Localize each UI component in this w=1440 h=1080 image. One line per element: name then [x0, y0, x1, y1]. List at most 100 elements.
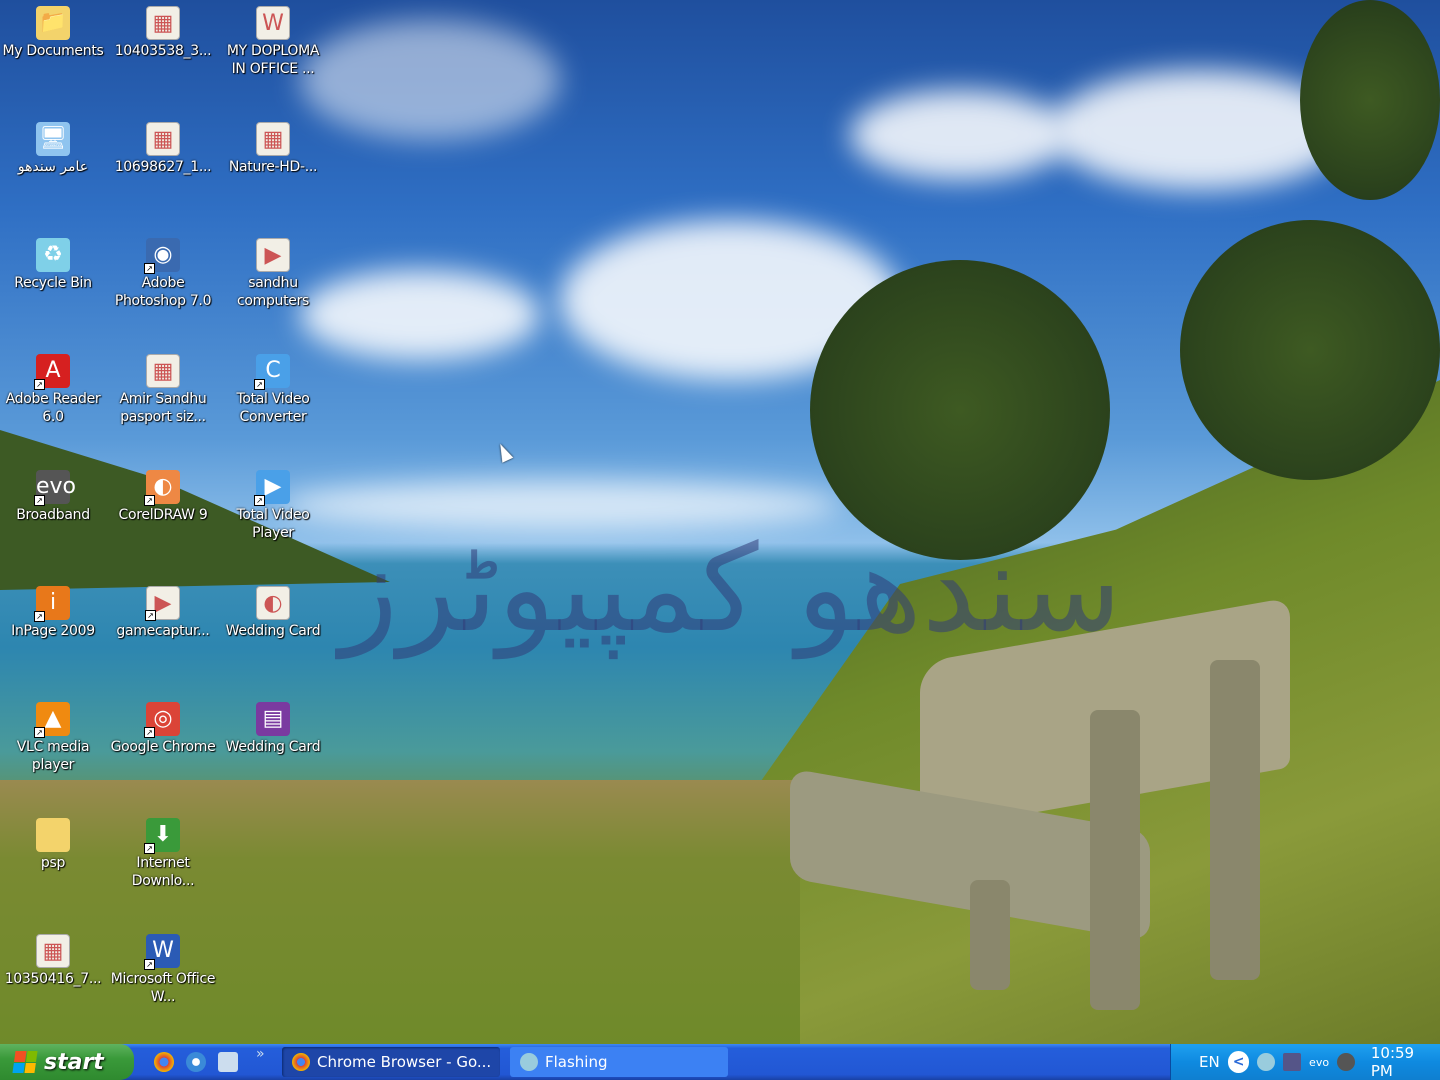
desktop-icon[interactable]: ◐ Wedding Card	[218, 582, 328, 640]
coreldraw-icon: ◐ ↗	[144, 470, 180, 506]
desktop-icon-label: Total Video Converter	[236, 391, 310, 425]
quick-launch-internet-explorer-icon[interactable]	[186, 1052, 206, 1072]
task-label: Flashing	[545, 1053, 608, 1071]
quick-launch-overflow-button[interactable]: »	[256, 1046, 265, 1062]
start-button[interactable]: start	[0, 1044, 134, 1080]
desktop-icon[interactable]: psp	[0, 814, 108, 872]
desktop-icon-label: 10350416_7...	[4, 971, 102, 987]
desktop-icon[interactable]: ♻ Recycle Bin	[0, 234, 108, 292]
image-file-icon: ▦	[256, 122, 290, 156]
desktop-icon[interactable]: 📁 My Documents	[0, 2, 108, 60]
desktop-icon-label: MY DOPLOMA IN OFFICE ...	[226, 43, 320, 77]
desktop-icon[interactable]: W MY DOPLOMA IN OFFICE ...	[218, 2, 328, 78]
taskbar-button-flashing[interactable]: Flashing	[510, 1047, 728, 1077]
network-icon[interactable]	[1283, 1053, 1302, 1071]
desktop-icon[interactable]: ◎ ↗ Google Chrome	[108, 698, 218, 756]
flashing-tray-icon[interactable]	[1257, 1053, 1276, 1071]
desktop-icon[interactable]: ▦ 10350416_7...	[0, 930, 108, 988]
taskbar-button-chrome[interactable]: Chrome Browser - Go...	[282, 1047, 500, 1077]
clock[interactable]: 10:59 PM	[1371, 1044, 1440, 1080]
desktop-icon-label: psp	[40, 855, 66, 871]
desktop-icon-label: sandhu computers	[236, 275, 310, 309]
shortcut-arrow-icon: ↗	[34, 611, 45, 622]
desktop[interactable]: سندھو کمپیوٹرز 📁 My Documents 🖥 عامر سندھو ♻…	[0, 0, 1440, 1044]
desktop-icon-label: Total Video Player	[236, 507, 310, 541]
mouse-cursor	[494, 441, 514, 463]
word-icon: W ↗	[144, 934, 180, 970]
desktop-icon[interactable]: ⬇ ↗ Internet Downlo...	[108, 814, 218, 890]
coreldraw-file-icon: ◐	[256, 586, 290, 620]
system-tray: EN < evo 10:59 PM	[1170, 1044, 1440, 1080]
shortcut-arrow-icon: ↗	[254, 495, 265, 506]
desktop-icon-label: Internet Downlo...	[131, 855, 195, 889]
taskbar: start » Chrome Browser - Go... Flashing …	[0, 1044, 1440, 1080]
shortcut-arrow-icon: ↗	[34, 379, 45, 390]
my-computer-icon: 🖥	[36, 122, 70, 156]
chrome-icon	[292, 1053, 310, 1071]
recycle-bin-icon: ♻	[36, 238, 70, 272]
wooden-bench	[790, 597, 1290, 1010]
desktop-icon[interactable]: ▶ ↗ gamecaptur...	[108, 582, 218, 640]
desktop-icon-label: Nature-HD-...	[228, 159, 318, 175]
broadband-tray-icon[interactable]: evo	[1309, 1056, 1329, 1069]
shortcut-arrow-icon: ↗	[144, 495, 155, 506]
folder-documents-icon: 📁	[36, 6, 70, 40]
photoshop-icon: ◉ ↗	[144, 238, 180, 274]
cloud	[850, 90, 1070, 180]
shortcut-arrow-icon: ↗	[144, 727, 155, 738]
desktop-icon-label: Adobe Reader 6.0	[5, 391, 101, 425]
cloud	[300, 270, 540, 360]
desktop-icon[interactable]: i ↗ InPage 2009	[0, 582, 108, 640]
desktop-icon-label: Adobe Photoshop 7.0	[114, 275, 212, 309]
image-file-icon: ▦	[36, 934, 70, 968]
image-file-icon: ▦	[146, 6, 180, 40]
desktop-icon[interactable]: ▦ Nature-HD-...	[218, 118, 328, 176]
desktop-icon[interactable]: W ↗ Microsoft Office W...	[108, 930, 218, 1006]
word-document-icon: W	[256, 6, 290, 40]
winrar-archive-icon: ▤	[256, 702, 290, 736]
desktop-icon-label: Wedding Card	[225, 739, 321, 755]
windows-logo-icon	[12, 1051, 38, 1073]
tree	[1300, 0, 1440, 200]
shortcut-arrow-icon: ↗	[144, 959, 155, 970]
total-video-converter-icon: C ↗	[254, 354, 290, 390]
desktop-icon-label: CorelDRAW 9	[118, 507, 208, 523]
volume-icon[interactable]	[1337, 1053, 1355, 1071]
desktop-icon[interactable]: 🖥 عامر سندھو	[0, 118, 108, 176]
total-video-player-icon: ▶ ↗	[254, 470, 290, 506]
desktop-icon[interactable]: ▤ Wedding Card	[218, 698, 328, 756]
shortcut-arrow-icon: ↗	[34, 727, 45, 738]
desktop-icon-label: InPage 2009	[11, 623, 95, 639]
desktop-icon[interactable]: C ↗ Total Video Converter	[218, 350, 328, 426]
desktop-icon[interactable]: ▲ ↗ VLC media player	[0, 698, 108, 774]
quick-launch-chrome-icon[interactable]	[154, 1052, 174, 1072]
shortcut-arrow-icon: ↗	[144, 843, 155, 854]
vlc-icon: ▲ ↗	[34, 702, 70, 738]
desktop-icon-label: VLC media player	[16, 739, 90, 773]
tree	[1180, 220, 1440, 480]
desktop-icon[interactable]: ▦ 10698627_1...	[108, 118, 218, 176]
desktop-icon[interactable]: ▶ sandhu computers	[218, 234, 328, 310]
desktop-icon[interactable]: ◉ ↗ Adobe Photoshop 7.0	[108, 234, 218, 310]
desktop-icon-label: Microsoft Office W...	[110, 971, 216, 1005]
inpage-icon: i ↗	[34, 586, 70, 622]
shortcut-arrow-icon: ↗	[34, 495, 45, 506]
cloud	[300, 20, 560, 140]
start-label: start	[44, 1049, 104, 1075]
quick-launch-show-desktop-icon[interactable]	[218, 1052, 238, 1072]
internet-download-manager-icon: ⬇ ↗	[144, 818, 180, 854]
language-indicator[interactable]: EN	[1199, 1053, 1220, 1071]
desktop-icon[interactable]: ▶ ↗ Total Video Player	[218, 466, 328, 542]
desktop-icon[interactable]: ▦ Amir Sandhu pasport siz...	[108, 350, 218, 426]
desktop-icon[interactable]: ▦ 10403538_3...	[108, 2, 218, 60]
video-file-icon: ▶	[256, 238, 290, 272]
desktop-icon[interactable]: A ↗ Adobe Reader 6.0	[0, 350, 108, 426]
adobe-reader-icon: A ↗	[34, 354, 70, 390]
flashing-app-icon	[520, 1053, 538, 1071]
desktop-icon[interactable]: evo ↗ Broadband	[0, 466, 108, 524]
desktop-icon-label: My Documents	[2, 43, 104, 59]
video-file-icon: ▶ ↗	[145, 586, 180, 621]
desktop-icon[interactable]: ◐ ↗ CorelDRAW 9	[108, 466, 218, 524]
show-hidden-icons-button[interactable]: <	[1227, 1051, 1250, 1073]
watermark-text: سندھو کمپیوٹرز	[340, 520, 1122, 659]
